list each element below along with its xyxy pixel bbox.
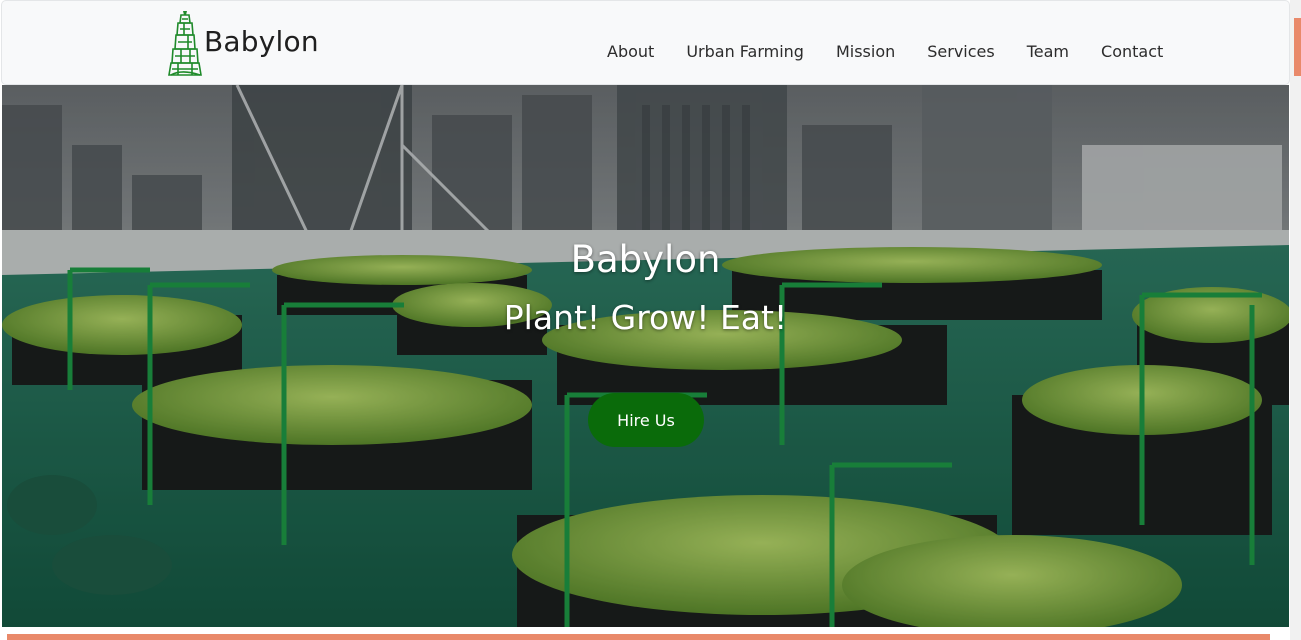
hero-title: Babylon	[570, 238, 721, 281]
edge-accent	[1294, 18, 1301, 76]
nav-link-team[interactable]: Team	[1027, 42, 1069, 61]
hero-content: Babylon Plant! Grow! Eat! Hire Us	[2, 85, 1289, 627]
tower-of-babel-icon	[168, 11, 202, 76]
hero-tagline: Plant! Grow! Eat!	[503, 298, 788, 337]
hire-us-button[interactable]: Hire Us	[588, 393, 704, 447]
brand-name: Babylon	[204, 24, 319, 58]
nav-link-mission[interactable]: Mission	[836, 42, 895, 61]
scrollbar-track[interactable]	[1290, 0, 1301, 640]
hero-section: Babylon Plant! Grow! Eat! Hire Us	[2, 85, 1289, 627]
nav-link-contact[interactable]: Contact	[1101, 42, 1163, 61]
nav-link-about[interactable]: About	[607, 42, 654, 61]
nav-link-urban-farming[interactable]: Urban Farming	[686, 42, 804, 61]
brand[interactable]: Babylon	[168, 11, 319, 77]
navbar: Babylon About Urban Farming Mission Serv…	[2, 1, 1289, 84]
section-divider	[7, 634, 1270, 640]
main-nav: About Urban Farming Mission Services Tea…	[607, 42, 1163, 61]
nav-link-services[interactable]: Services	[927, 42, 994, 61]
